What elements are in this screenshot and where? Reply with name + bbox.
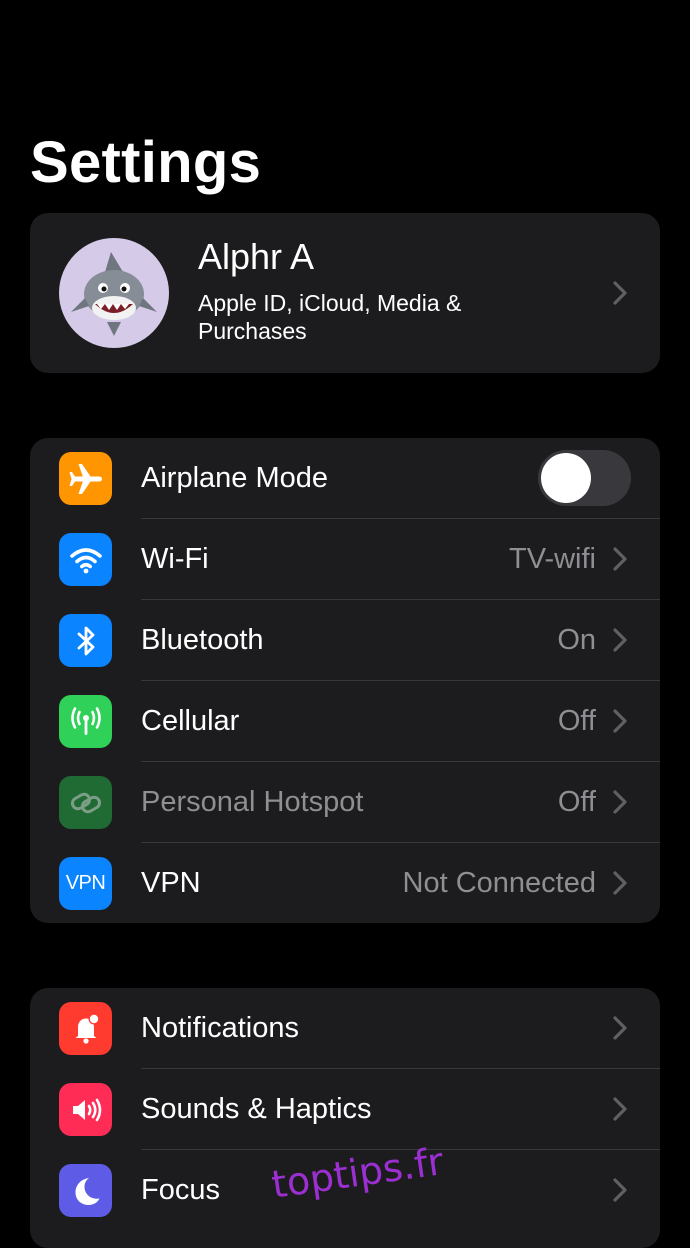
- bluetooth-row[interactable]: Bluetooth On: [30, 600, 660, 681]
- bluetooth-value: On: [557, 624, 596, 656]
- vpn-row[interactable]: VPN VPN Not Connected: [30, 843, 660, 923]
- focus-label: Focus: [141, 1174, 220, 1206]
- wifi-row[interactable]: Wi-Fi TV-wifi: [30, 519, 660, 600]
- wifi-label: Wi-Fi: [141, 543, 209, 575]
- notifications-row[interactable]: Notifications: [30, 988, 660, 1069]
- apple-id-card[interactable]: Alphr A Apple ID, iCloud, Media & Purcha…: [30, 213, 660, 373]
- sounds-haptics-row[interactable]: Sounds & Haptics: [30, 1069, 660, 1150]
- chevron-right-icon: [610, 707, 630, 735]
- chevron-right-icon: [610, 1176, 630, 1204]
- connectivity-group: Airplane Mode Wi-Fi TV-wifi Bluetooth On…: [30, 438, 660, 923]
- avatar: [59, 238, 169, 348]
- notifications-label: Notifications: [141, 1012, 299, 1044]
- bluetooth-label: Bluetooth: [141, 624, 264, 656]
- wifi-icon: [59, 533, 112, 586]
- vpn-label: VPN: [141, 867, 201, 899]
- notification-bell-icon: [59, 1002, 112, 1055]
- profile-subtitle: Apple ID, iCloud, Media & Purchases: [198, 290, 462, 344]
- profile-name: Alphr A: [198, 236, 315, 277]
- cellular-antenna-icon: [59, 695, 112, 748]
- sounds-haptics-label: Sounds & Haptics: [141, 1093, 372, 1125]
- chevron-right-icon: [610, 1095, 630, 1123]
- airplane-icon: [59, 452, 112, 505]
- bluetooth-icon: [59, 614, 112, 667]
- personal-hotspot-label: Personal Hotspot: [141, 786, 364, 818]
- cellular-label: Cellular: [141, 705, 240, 737]
- system-group: Notifications Sounds & Haptics Focus: [30, 988, 660, 1248]
- hotspot-link-icon: [59, 776, 112, 829]
- page-title: Settings: [30, 130, 262, 195]
- shark-memoji-avatar-icon: [71, 252, 157, 336]
- personal-hotspot-value: Off: [557, 786, 596, 818]
- cellular-value: Off: [557, 705, 596, 737]
- vpn-icon-text: VPN: [65, 872, 106, 894]
- cellular-row[interactable]: Cellular Off: [30, 681, 660, 762]
- personal-hotspot-row[interactable]: Personal Hotspot Off: [30, 762, 660, 843]
- airplane-mode-toggle[interactable]: [538, 450, 631, 506]
- chevron-right-icon: [610, 788, 630, 816]
- airplane-mode-row: Airplane Mode: [30, 438, 660, 519]
- chevron-right-icon: [610, 1014, 630, 1042]
- vpn-icon: VPN: [59, 857, 112, 910]
- chevron-right-icon: [610, 626, 630, 654]
- chevron-right-icon: [610, 869, 630, 897]
- toggle-knob: [541, 453, 591, 503]
- vpn-value: Not Connected: [402, 867, 596, 899]
- moon-icon: [59, 1164, 112, 1217]
- speaker-icon: [59, 1083, 112, 1136]
- wifi-value: TV-wifi: [509, 543, 596, 575]
- chevron-right-icon: [610, 545, 630, 573]
- airplane-mode-label: Airplane Mode: [141, 462, 328, 494]
- chevron-right-icon: [610, 279, 630, 307]
